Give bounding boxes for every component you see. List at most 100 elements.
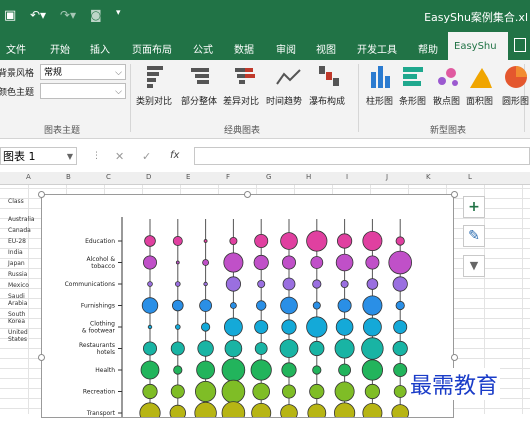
part-whole-button[interactable] xyxy=(187,64,217,94)
column-g[interactable]: G xyxy=(266,173,271,181)
area-chart-button[interactable] xyxy=(468,64,494,92)
bubble-point[interactable] xyxy=(142,383,158,400)
tab-home[interactable]: 开始 xyxy=(50,41,70,56)
resize-handle-left[interactable] xyxy=(38,354,45,361)
column-k[interactable]: K xyxy=(426,173,431,181)
column-i[interactable]: I xyxy=(346,173,348,181)
class-cell[interactable]: Arabia xyxy=(8,300,27,307)
bg-style-dropdown[interactable]: 常规 ⌵ xyxy=(40,64,126,80)
camera-icon[interactable]: ◙ xyxy=(90,8,102,22)
column-a[interactable]: A xyxy=(26,173,31,181)
class-cell[interactable]: South xyxy=(8,311,25,318)
redo-icon[interactable]: ↷▾ xyxy=(60,8,76,22)
bubble-point[interactable] xyxy=(172,299,184,312)
time-trend-button[interactable] xyxy=(274,64,304,94)
bubble-point[interactable] xyxy=(334,381,355,402)
bubble-point[interactable] xyxy=(175,281,181,287)
bubble-point[interactable] xyxy=(257,280,266,289)
bubble-point[interactable] xyxy=(223,317,243,337)
bubble-point[interactable] xyxy=(310,256,324,269)
bubble-point[interactable] xyxy=(203,281,208,287)
column-l[interactable]: L xyxy=(468,173,472,181)
class-cell[interactable]: Australia xyxy=(8,216,35,223)
color-theme-dropdown[interactable]: ⌵ xyxy=(40,83,126,99)
chart-filters-button[interactable]: ▼ xyxy=(463,255,485,277)
scatter-chart-button[interactable] xyxy=(435,64,461,92)
bubble-point[interactable] xyxy=(255,300,267,311)
bubble-point[interactable] xyxy=(254,342,268,355)
bubble-point[interactable] xyxy=(195,380,217,403)
bubble-point[interactable] xyxy=(143,341,158,356)
bubble-point[interactable] xyxy=(312,365,322,375)
bubble-point[interactable] xyxy=(175,324,181,330)
bubble-point[interactable] xyxy=(173,365,183,375)
bubble-point[interactable] xyxy=(312,301,321,310)
bubble-point[interactable] xyxy=(395,236,405,246)
bubble-point[interactable] xyxy=(139,402,161,421)
circle-chart-button[interactable] xyxy=(503,64,529,92)
class-cell[interactable]: Canada xyxy=(8,227,31,234)
column-d[interactable]: D xyxy=(146,173,151,181)
column-j[interactable]: J xyxy=(386,173,388,181)
bubble-point[interactable] xyxy=(196,360,216,380)
bubble-point[interactable] xyxy=(334,402,356,421)
bubble-point[interactable] xyxy=(280,232,298,250)
bubble-point[interactable] xyxy=(140,360,160,380)
bubble-point[interactable] xyxy=(280,404,298,421)
tab-developer[interactable]: 开发工具 xyxy=(357,41,397,56)
bubble-point[interactable] xyxy=(362,317,382,337)
bubble-point[interactable] xyxy=(143,255,158,270)
bubble-point[interactable] xyxy=(281,255,296,270)
resize-handle-right[interactable] xyxy=(451,354,458,361)
class-cell[interactable]: United xyxy=(8,329,28,336)
bubble-point[interactable] xyxy=(335,318,354,336)
bubble-point[interactable] xyxy=(309,340,325,357)
tab-easyshu[interactable]: EasyShu xyxy=(448,32,508,60)
bubble-point[interactable] xyxy=(337,298,352,313)
function-icon[interactable]: fx xyxy=(170,150,179,161)
bubble-point[interactable] xyxy=(306,316,328,338)
bubble-point[interactable] xyxy=(194,401,217,421)
name-box[interactable]: 图表 1 ▼ xyxy=(0,147,77,165)
bubble-point[interactable] xyxy=(221,401,246,421)
column-c[interactable]: C xyxy=(106,173,111,181)
bubble-point[interactable] xyxy=(229,237,238,246)
bubble-point[interactable] xyxy=(334,338,355,359)
bubble-point[interactable] xyxy=(393,385,407,398)
bubble-point[interactable] xyxy=(338,363,352,377)
bubble-point[interactable] xyxy=(281,362,297,378)
bubble-point[interactable] xyxy=(252,382,271,401)
save-icon[interactable]: ▣ xyxy=(4,8,16,23)
bubble-point[interactable] xyxy=(391,404,409,421)
class-header-cell[interactable]: Class xyxy=(8,198,24,205)
quick-access-more-icon[interactable]: ▾ xyxy=(116,8,121,18)
bubble-point[interactable] xyxy=(365,255,380,270)
class-cell[interactable]: Korea xyxy=(8,318,25,325)
bubble-point[interactable] xyxy=(340,280,349,289)
class-cell[interactable]: Mexico xyxy=(8,282,29,289)
tab-review[interactable]: 审阅 xyxy=(276,41,296,56)
tab-data[interactable]: 数据 xyxy=(234,41,254,56)
bubble-point[interactable] xyxy=(147,324,153,330)
bubble-point[interactable] xyxy=(223,252,244,273)
cancel-icon[interactable]: ✕ xyxy=(115,150,124,163)
bubble-point[interactable] xyxy=(395,300,405,311)
undo-icon[interactable]: ↶▾ xyxy=(30,8,46,22)
bubble-point[interactable] xyxy=(279,339,299,358)
chart-styles-button[interactable]: ✎ xyxy=(463,225,485,247)
class-cell[interactable]: EU-28 xyxy=(8,238,26,245)
bubble-point[interactable] xyxy=(169,404,186,421)
class-cell[interactable]: Russia xyxy=(8,271,27,278)
bubble-chart[interactable]: Education Alcohol & tobacco Communications F… xyxy=(41,194,454,421)
bubble-point[interactable] xyxy=(202,259,210,266)
bubble-point[interactable] xyxy=(280,296,298,315)
bubble-point[interactable] xyxy=(282,277,296,291)
column-h[interactable]: H xyxy=(306,173,311,181)
bubble-point[interactable] xyxy=(170,384,185,399)
bubble-point[interactable] xyxy=(336,233,353,249)
bubble-point[interactable] xyxy=(175,260,180,265)
bubble-point[interactable] xyxy=(221,358,246,382)
bubble-point[interactable] xyxy=(224,339,243,358)
bubble-point[interactable] xyxy=(172,236,183,246)
bubble-point[interactable] xyxy=(392,276,408,292)
